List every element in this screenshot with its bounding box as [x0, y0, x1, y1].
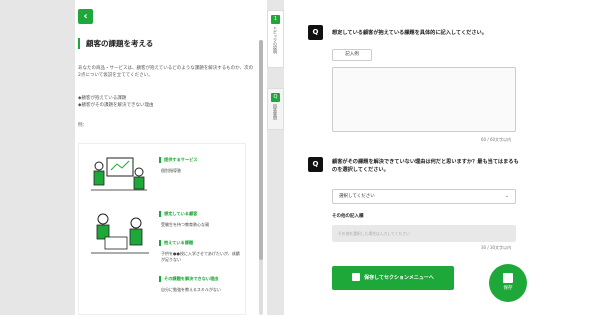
save-icon: [503, 273, 513, 283]
tab-topic-description[interactable]: 1 トピックの説明: [267, 10, 284, 68]
tab-number: Q: [271, 93, 280, 102]
save-icon: [352, 272, 361, 281]
question-icon: Q: [308, 157, 323, 172]
family-illustration: [91, 213, 149, 254]
back-button[interactable]: ‹: [78, 9, 93, 24]
button-label: 保存してセクションメニューへ: [364, 275, 434, 281]
tab-number: 1: [271, 15, 280, 24]
chevron-left-icon: ‹: [83, 11, 88, 22]
question-text: 顧客がその課題を解決できていない理由は何だと思いますか？最も当てはまるものを選択…: [332, 159, 519, 173]
reason-select[interactable]: 選択してください ⌄: [332, 189, 516, 204]
other-field-label: その他の記入欄: [332, 214, 364, 219]
example-value: 自分に勉強を教えるスキルがない: [161, 287, 221, 292]
other-input[interactable]: その他を選択した場合は入力してください: [332, 225, 516, 242]
example-tag: その課題を解決できない理由: [159, 276, 218, 282]
example-value: 子供を●●校に入学させてあげたいが、成績が足りない: [161, 251, 240, 262]
tab-label: 回答質問: [273, 104, 278, 120]
question-icon: Q: [308, 25, 323, 40]
section-title: 顧客の課題を考える: [78, 38, 153, 49]
char-counter: 30 / 30文字以内: [481, 245, 512, 250]
example-tag: 提供するサービス: [159, 157, 198, 163]
instruction-panel: ‹ 顧客の課題を考える あなたの商品・サービスは、顧客が抱えているどのような課題…: [75, 0, 267, 315]
answer-textarea[interactable]: [332, 67, 516, 132]
scrollbar-thumb[interactable]: [259, 40, 263, 260]
select-value: 選択してください: [339, 194, 375, 199]
char-counter: 60 / 60文字以内: [481, 137, 512, 142]
save-button[interactable]: 保存: [489, 264, 527, 302]
question-area: Q 想定している顧客が抱えている課題を具体的に記入してください。 記入例 60 …: [284, 0, 600, 315]
example-tag: 想定している顧客: [159, 211, 197, 217]
tab-label: トピックの説明: [273, 26, 278, 54]
example-value: 受験生を持つ教育熱心な親: [161, 222, 209, 227]
save-and-menu-button[interactable]: 保存してセクションメニューへ: [332, 266, 454, 290]
bullet-item: ◆顧客が抱えている課題: [78, 96, 127, 101]
tab-questions[interactable]: Q 回答質問: [267, 88, 284, 130]
chevron-down-icon: ⌄: [504, 193, 509, 199]
intro-text: あなたの商品・サービスは、顧客が抱えているどのような課題を解決するものか、次の2…: [78, 66, 254, 78]
question-text: 想定している顧客が抱えている課題を具体的に記入してください。: [332, 30, 487, 36]
bullet-item: ◆顧客がその課題を解決できない理由: [78, 103, 154, 108]
example-card: 提供するサービス 個別指導塾 想定している顧客 受験生を持つ教育熱心な親 抱えて…: [78, 143, 246, 315]
example-label: 例：: [78, 123, 87, 128]
tutoring-illustration: [91, 157, 147, 191]
example-tag: 抱えている課題: [159, 240, 193, 246]
example-button[interactable]: 記入例: [332, 49, 372, 61]
example-value: 個別指導塾: [161, 168, 181, 173]
button-label: 保存: [503, 286, 513, 291]
bullet-list: ◆顧客が抱えている課題 ◆顧客がその課題を解決できない理由: [78, 95, 153, 109]
